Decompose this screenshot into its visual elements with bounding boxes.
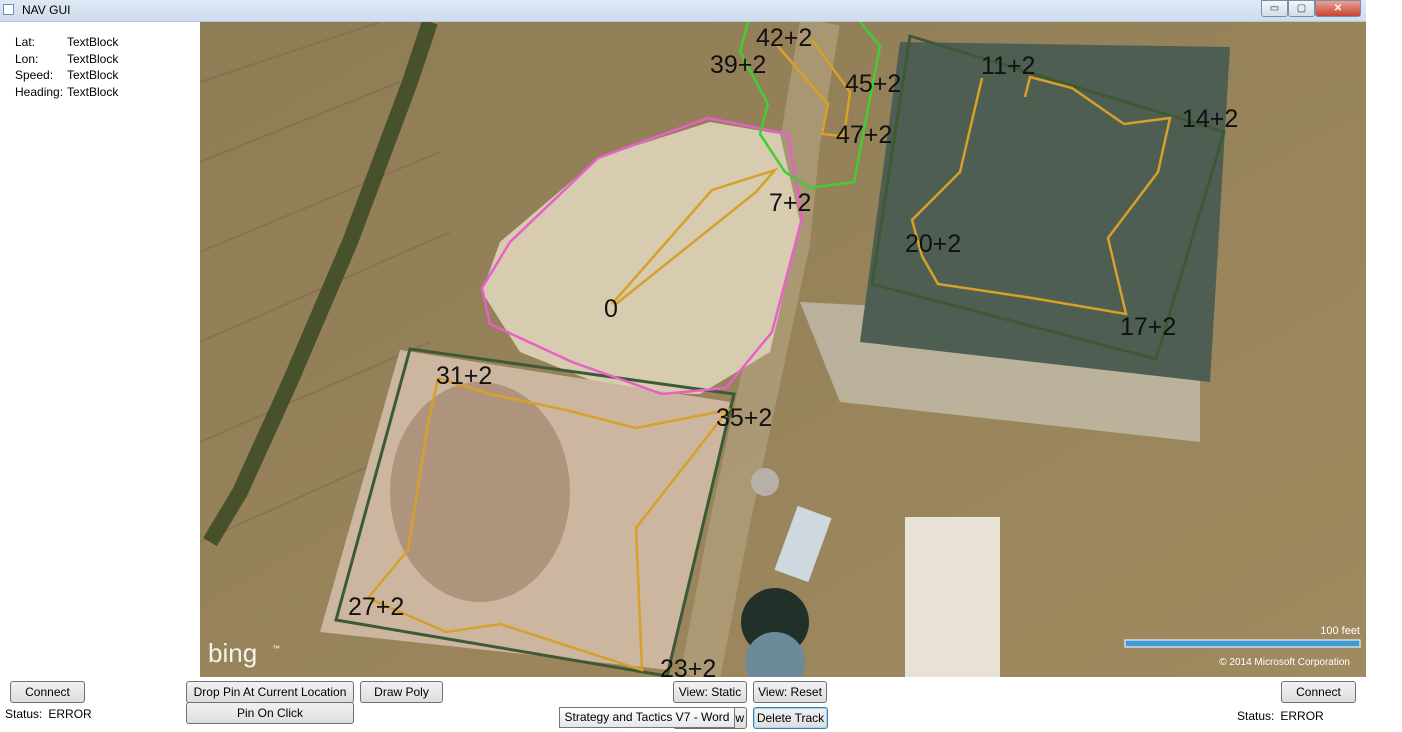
delete-track-button[interactable]: Delete Track — [753, 707, 828, 729]
waypoint-label[interactable]: 7+2 — [769, 189, 811, 217]
status-label-right: Status: — [1237, 709, 1275, 723]
bing-logo: bing — [208, 638, 257, 668]
map-view[interactable]: 0 7+2 11+2 14+2 17+2 20+2 23+2 27+2 31+2… — [200, 22, 1366, 677]
status-left: Status: ERROR — [5, 707, 92, 721]
waypoint-label[interactable]: 11+2 — [981, 52, 1035, 80]
map-canvas[interactable]: 0 7+2 11+2 14+2 17+2 20+2 23+2 27+2 31+2… — [200, 22, 1366, 677]
waypoint-label[interactable]: 47+2 — [836, 121, 892, 149]
waypoint-label[interactable]: 42+2 — [756, 24, 812, 52]
window-title-bar: NAV GUI ▭ ▢ ✕ — [0, 0, 1366, 22]
waypoint-label[interactable]: 39+2 — [710, 51, 766, 79]
heading-value: TextBlock — [67, 84, 119, 99]
bing-trademark: ™ — [272, 644, 280, 653]
status-right: Status: ERROR — [1237, 709, 1324, 723]
status-label-left: Status: — [5, 707, 43, 721]
heading-label: Heading: — [15, 84, 64, 99]
speed-label: Speed: — [15, 68, 54, 82]
waypoint-label[interactable]: 27+2 — [348, 593, 404, 621]
close-button[interactable]: ✕ — [1315, 0, 1361, 17]
waypoint-label[interactable]: 17+2 — [1120, 313, 1176, 341]
drop-pin-button[interactable]: Drop Pin At Current Location — [186, 681, 354, 703]
pin-on-click-button[interactable]: Pin On Click — [186, 702, 354, 724]
view-reset-button[interactable]: View: Reset — [753, 681, 827, 703]
scale-bar — [1124, 639, 1361, 648]
lon-label: Lon: — [15, 51, 39, 66]
maximize-button[interactable]: ▢ — [1288, 0, 1315, 17]
lon-value: TextBlock — [67, 51, 119, 66]
taskbar-tooltip: Strategy and Tactics V7 - Word — [559, 707, 735, 728]
lat-label: Lat: — [15, 35, 36, 49]
minimize-button[interactable]: ▭ — [1261, 0, 1288, 17]
waypoint-label[interactable]: 14+2 — [1182, 105, 1238, 133]
map-copyright: © 2014 Microsoft Corporation — [1219, 657, 1350, 668]
draw-poly-button[interactable]: Draw Poly — [360, 681, 443, 703]
lat-value: TextBlock — [67, 35, 119, 49]
status-value-right: ERROR — [1280, 709, 1324, 723]
waypoint-label[interactable]: 0 — [604, 295, 618, 323]
connect-button-right[interactable]: Connect — [1281, 681, 1356, 703]
small-tank — [751, 468, 779, 496]
connect-button-left[interactable]: Connect — [10, 681, 85, 703]
waypoint-label[interactable]: 35+2 — [716, 404, 772, 432]
waypoint-label[interactable]: 31+2 — [436, 362, 492, 390]
status-value-left: ERROR — [48, 707, 92, 721]
white-structure — [905, 517, 1000, 677]
window-title: NAV GUI — [22, 3, 71, 17]
app-icon — [3, 4, 14, 15]
waypoint-label[interactable]: 23+2 — [660, 655, 716, 677]
view-static-button[interactable]: View: Static — [673, 681, 747, 703]
speed-value: TextBlock — [67, 68, 119, 82]
waypoint-label[interactable]: 20+2 — [905, 230, 961, 258]
scale-label: 100 feet — [1320, 625, 1360, 637]
waypoint-label[interactable]: 45+2 — [845, 70, 901, 98]
